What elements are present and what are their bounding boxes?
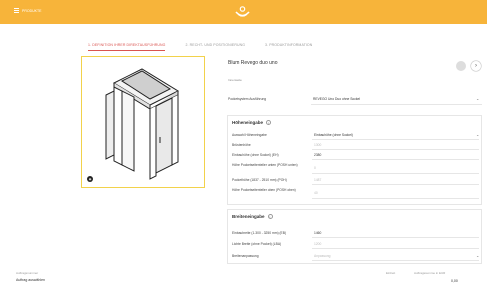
height-mode-select[interactable]: Einbauhöhe (ohne Sockel) bbox=[314, 133, 353, 137]
lichte-breite-input[interactable]: 1200 bbox=[314, 242, 321, 246]
tab-step-3[interactable]: 3. PRODUKTINFORMATION bbox=[265, 43, 312, 51]
product-illustration bbox=[105, 68, 180, 180]
chevron-down-icon: ⌄ bbox=[476, 132, 480, 137]
divider bbox=[312, 198, 479, 199]
width-row-label: Einbaubreite (1.300 - 3250 mm) (EB) bbox=[232, 231, 287, 235]
breitenanpassung-select[interactable]: Anpassung bbox=[314, 254, 331, 258]
product-note: Innenseite bbox=[228, 78, 242, 82]
chevron-down-icon: ⌄ bbox=[476, 253, 480, 258]
info-icon[interactable]: i bbox=[267, 214, 273, 219]
menu-button[interactable]: PRODUKTE bbox=[14, 8, 41, 13]
order-sum-label: Auftragssumme in EUR bbox=[414, 271, 446, 275]
divider bbox=[311, 104, 482, 105]
width-row-label: Lichte Breite (ohne Pocket) (LBA) bbox=[232, 242, 282, 246]
posh-unten-input[interactable]: 0 bbox=[314, 166, 316, 170]
tab-step-2[interactable]: 2. RECHT- UND POSITIONIERUNG bbox=[185, 43, 245, 51]
divider bbox=[312, 260, 479, 261]
order-number-label: Auftragsnummer bbox=[16, 271, 39, 275]
divider bbox=[312, 237, 479, 238]
height-row-label: Auswahl Höheneingabe bbox=[232, 133, 267, 137]
height-row-label: Pockethöhe (1837 - 2510 mm) (POH) bbox=[232, 178, 287, 182]
height-card-title: Höheneingabe i bbox=[232, 120, 272, 125]
height-card: Höheneingabe i Auswahl Höheneingabe Einb… bbox=[227, 115, 482, 205]
width-card-title: Breiteneingabe i bbox=[232, 214, 273, 219]
height-row-label: Höhe Pocketseitenteiler oben (POSH oben) bbox=[232, 188, 296, 192]
select-order-link[interactable]: Auftrag auswählen bbox=[16, 278, 45, 282]
einbaubreite-input[interactable]: 1460 bbox=[314, 231, 321, 235]
order-sum-value: 0,00 bbox=[451, 279, 458, 283]
einbauhoehe-input[interactable]: 2380 bbox=[314, 153, 321, 157]
chevron-right-icon: › bbox=[475, 63, 477, 69]
product-title: Blum Revego duo uno bbox=[228, 60, 278, 66]
step-tabs: 1. DEFINITION IHRER DIREKTAUSFÜHRUNG 2. … bbox=[88, 43, 332, 51]
unit-label: Einheit bbox=[386, 271, 396, 275]
divider bbox=[312, 159, 479, 160]
top-bar: PRODUKTE bbox=[0, 0, 487, 24]
divider bbox=[312, 149, 479, 150]
tab-step-1[interactable]: 1. DEFINITION IHRER DIREKTAUSFÜHRUNG bbox=[88, 43, 166, 51]
pocket-label: Pocketsystem Ausführung bbox=[228, 97, 267, 101]
brand-logo-icon bbox=[235, 6, 250, 17]
height-row-label: Einbauhöhe (ohne Sockel) (EH) bbox=[232, 153, 279, 157]
width-row-label: Breitenanpassung bbox=[232, 254, 259, 258]
divider bbox=[312, 139, 479, 140]
divider bbox=[312, 184, 479, 185]
hamburger-icon bbox=[14, 8, 19, 13]
info-icon[interactable]: i bbox=[266, 120, 272, 125]
pocket-select[interactable]: REVEGO Uno Duo ohne Sockel bbox=[313, 97, 360, 101]
pockethoehe-input[interactable]: 1487 bbox=[314, 178, 321, 182]
camera-icon[interactable]: ◉ bbox=[87, 176, 93, 182]
height-row-label: Höhe Pocketseitenteiler unten (POSH unte… bbox=[232, 163, 298, 167]
product-image-frame: ◉ bbox=[81, 56, 205, 188]
next-button[interactable]: › bbox=[471, 61, 481, 71]
posh-oben-input[interactable]: 40 bbox=[314, 191, 318, 195]
chevron-down-icon: ⌄ bbox=[476, 96, 480, 101]
prev-button[interactable] bbox=[456, 61, 466, 71]
height-row-label: Brüstenhöhe bbox=[232, 143, 251, 147]
bruestenhoehe-input[interactable]: 1300 bbox=[314, 143, 321, 147]
divider bbox=[312, 173, 479, 174]
width-card-title-text: Breiteneingabe bbox=[232, 214, 265, 219]
height-card-title-text: Höheneingabe bbox=[232, 120, 264, 125]
width-card: Breiteneingabe i Einbaubreite (1.300 - 3… bbox=[227, 209, 482, 264]
menu-label: PRODUKTE bbox=[22, 8, 42, 13]
divider bbox=[312, 248, 479, 249]
